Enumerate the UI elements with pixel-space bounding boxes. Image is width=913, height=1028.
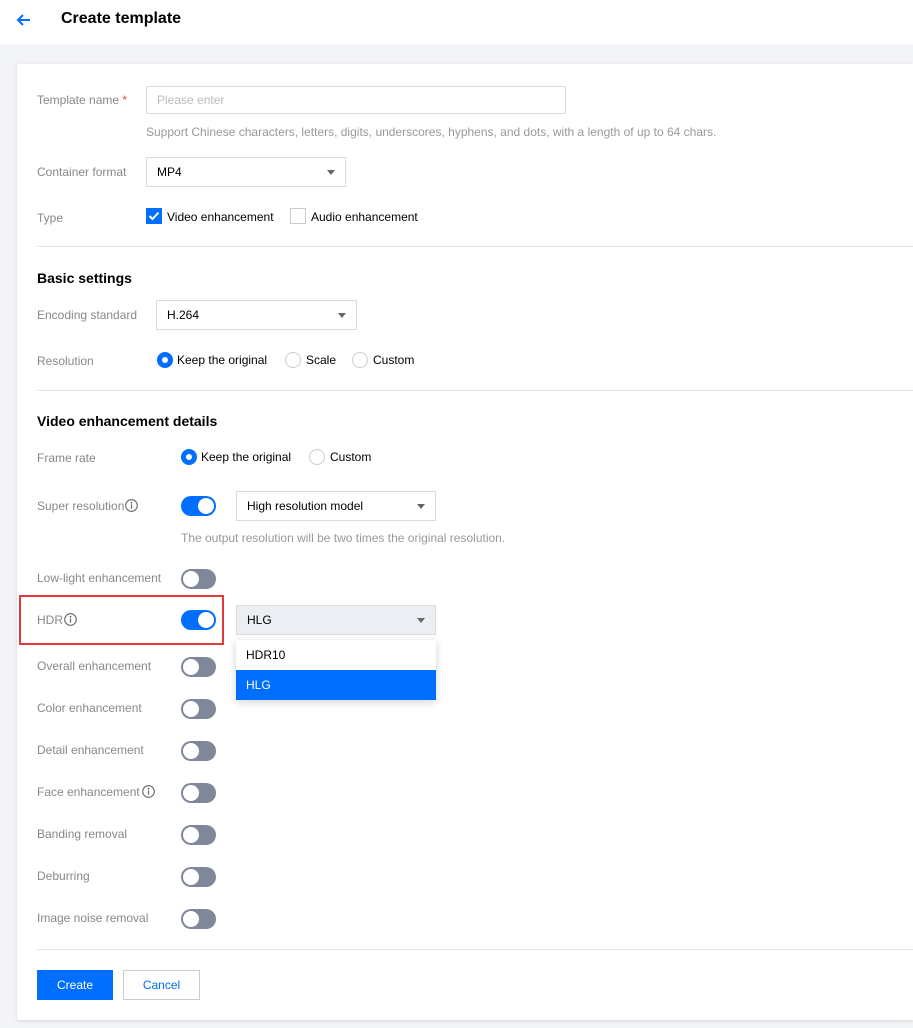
frame-rate-custom-label: Custom bbox=[330, 450, 372, 464]
resolution-label: Resolution bbox=[37, 354, 94, 368]
cancel-button[interactable]: Cancel bbox=[123, 970, 200, 1000]
detail-enhancement-label: Detail enhancement bbox=[37, 743, 144, 757]
audio-enhancement-checkbox[interactable] bbox=[290, 208, 306, 224]
video-enhancement-label: Video enhancement bbox=[167, 210, 274, 224]
template-name-label: Template name * bbox=[37, 93, 128, 107]
hdr-option-hlg[interactable]: HLG bbox=[236, 670, 436, 700]
resolution-keep-original-label: Keep the original bbox=[177, 353, 268, 367]
template-name-hint: Support Chinese characters, letters, dig… bbox=[146, 125, 717, 139]
face-enhancement-label: Face enhancement bbox=[37, 785, 140, 799]
deburring-label: Deburring bbox=[37, 869, 90, 883]
caret-down-icon bbox=[417, 504, 425, 509]
container-format-label: Container format bbox=[37, 165, 127, 179]
super-resolution-model-value: High resolution model bbox=[247, 499, 364, 513]
container-format-select[interactable]: MP4 bbox=[146, 157, 346, 187]
container-format-value: MP4 bbox=[157, 165, 182, 179]
hdr-toggle[interactable] bbox=[181, 610, 216, 630]
hdr-value: HLG bbox=[247, 613, 272, 627]
caret-down-icon bbox=[338, 313, 346, 318]
caret-down-icon bbox=[327, 170, 335, 175]
image-noise-removal-label: Image noise removal bbox=[37, 911, 149, 925]
info-icon[interactable] bbox=[125, 499, 138, 512]
frame-rate-label: Frame rate bbox=[37, 451, 96, 465]
hdr-label: HDR bbox=[37, 613, 63, 627]
deburring-toggle[interactable] bbox=[181, 867, 216, 887]
type-label: Type bbox=[37, 211, 64, 225]
overall-enhancement-toggle[interactable] bbox=[181, 657, 216, 677]
page-title: Create template bbox=[61, 10, 182, 27]
resolution-keep-original-radio[interactable] bbox=[157, 352, 173, 368]
resolution-scale-radio[interactable] bbox=[285, 352, 301, 368]
super-resolution-toggle[interactable] bbox=[181, 496, 216, 516]
face-enhancement-toggle[interactable] bbox=[181, 783, 216, 803]
video-enhancement-details-title: Video enhancement details bbox=[37, 413, 218, 429]
divider bbox=[37, 390, 913, 391]
hdr-option-hdr10[interactable]: HDR10 bbox=[236, 640, 436, 670]
encoding-standard-select[interactable]: H.264 bbox=[156, 300, 357, 330]
encoding-standard-label: Encoding standard bbox=[37, 308, 138, 322]
resolution-scale-label: Scale bbox=[306, 353, 337, 367]
basic-settings-title: Basic settings bbox=[37, 270, 132, 286]
super-resolution-model-select[interactable]: High resolution model bbox=[236, 491, 436, 521]
super-resolution-hint: The output resolution will be two times … bbox=[181, 531, 506, 545]
top-bar: Create template bbox=[0, 0, 913, 44]
detail-enhancement-toggle[interactable] bbox=[181, 741, 216, 761]
super-resolution-label: Super resolution bbox=[37, 499, 125, 513]
form-card: Template name * Support Chinese characte… bbox=[17, 64, 913, 1020]
info-icon[interactable] bbox=[64, 613, 77, 626]
encoding-standard-value: H.264 bbox=[167, 308, 200, 322]
caret-down-icon bbox=[417, 618, 425, 623]
low-light-enhancement-label: Low-light enhancement bbox=[37, 571, 162, 585]
frame-rate-keep-original-label: Keep the original bbox=[201, 450, 292, 464]
banding-removal-label: Banding removal bbox=[37, 827, 128, 841]
banding-removal-toggle[interactable] bbox=[181, 825, 216, 845]
low-light-enhancement-toggle[interactable] bbox=[181, 569, 216, 589]
divider bbox=[37, 949, 913, 950]
frame-rate-custom-radio[interactable] bbox=[309, 449, 325, 465]
hdr-dropdown-menu: HDR10 HLG bbox=[236, 640, 436, 700]
color-enhancement-toggle[interactable] bbox=[181, 699, 216, 719]
video-enhancement-checkbox[interactable] bbox=[146, 208, 162, 224]
create-button[interactable]: Create bbox=[37, 970, 113, 1000]
check-icon bbox=[148, 211, 160, 221]
back-arrow-icon[interactable] bbox=[14, 10, 34, 30]
resolution-custom-radio[interactable] bbox=[352, 352, 368, 368]
audio-enhancement-label: Audio enhancement bbox=[311, 210, 418, 224]
overall-enhancement-label: Overall enhancement bbox=[37, 659, 152, 673]
hdr-select[interactable]: HLG bbox=[236, 605, 436, 635]
template-name-input[interactable] bbox=[146, 86, 566, 114]
divider bbox=[37, 246, 913, 247]
image-noise-removal-toggle[interactable] bbox=[181, 909, 216, 929]
color-enhancement-label: Color enhancement bbox=[37, 701, 142, 715]
frame-rate-keep-original-radio[interactable] bbox=[181, 449, 197, 465]
info-icon[interactable] bbox=[142, 785, 155, 798]
resolution-custom-label: Custom bbox=[373, 353, 415, 367]
